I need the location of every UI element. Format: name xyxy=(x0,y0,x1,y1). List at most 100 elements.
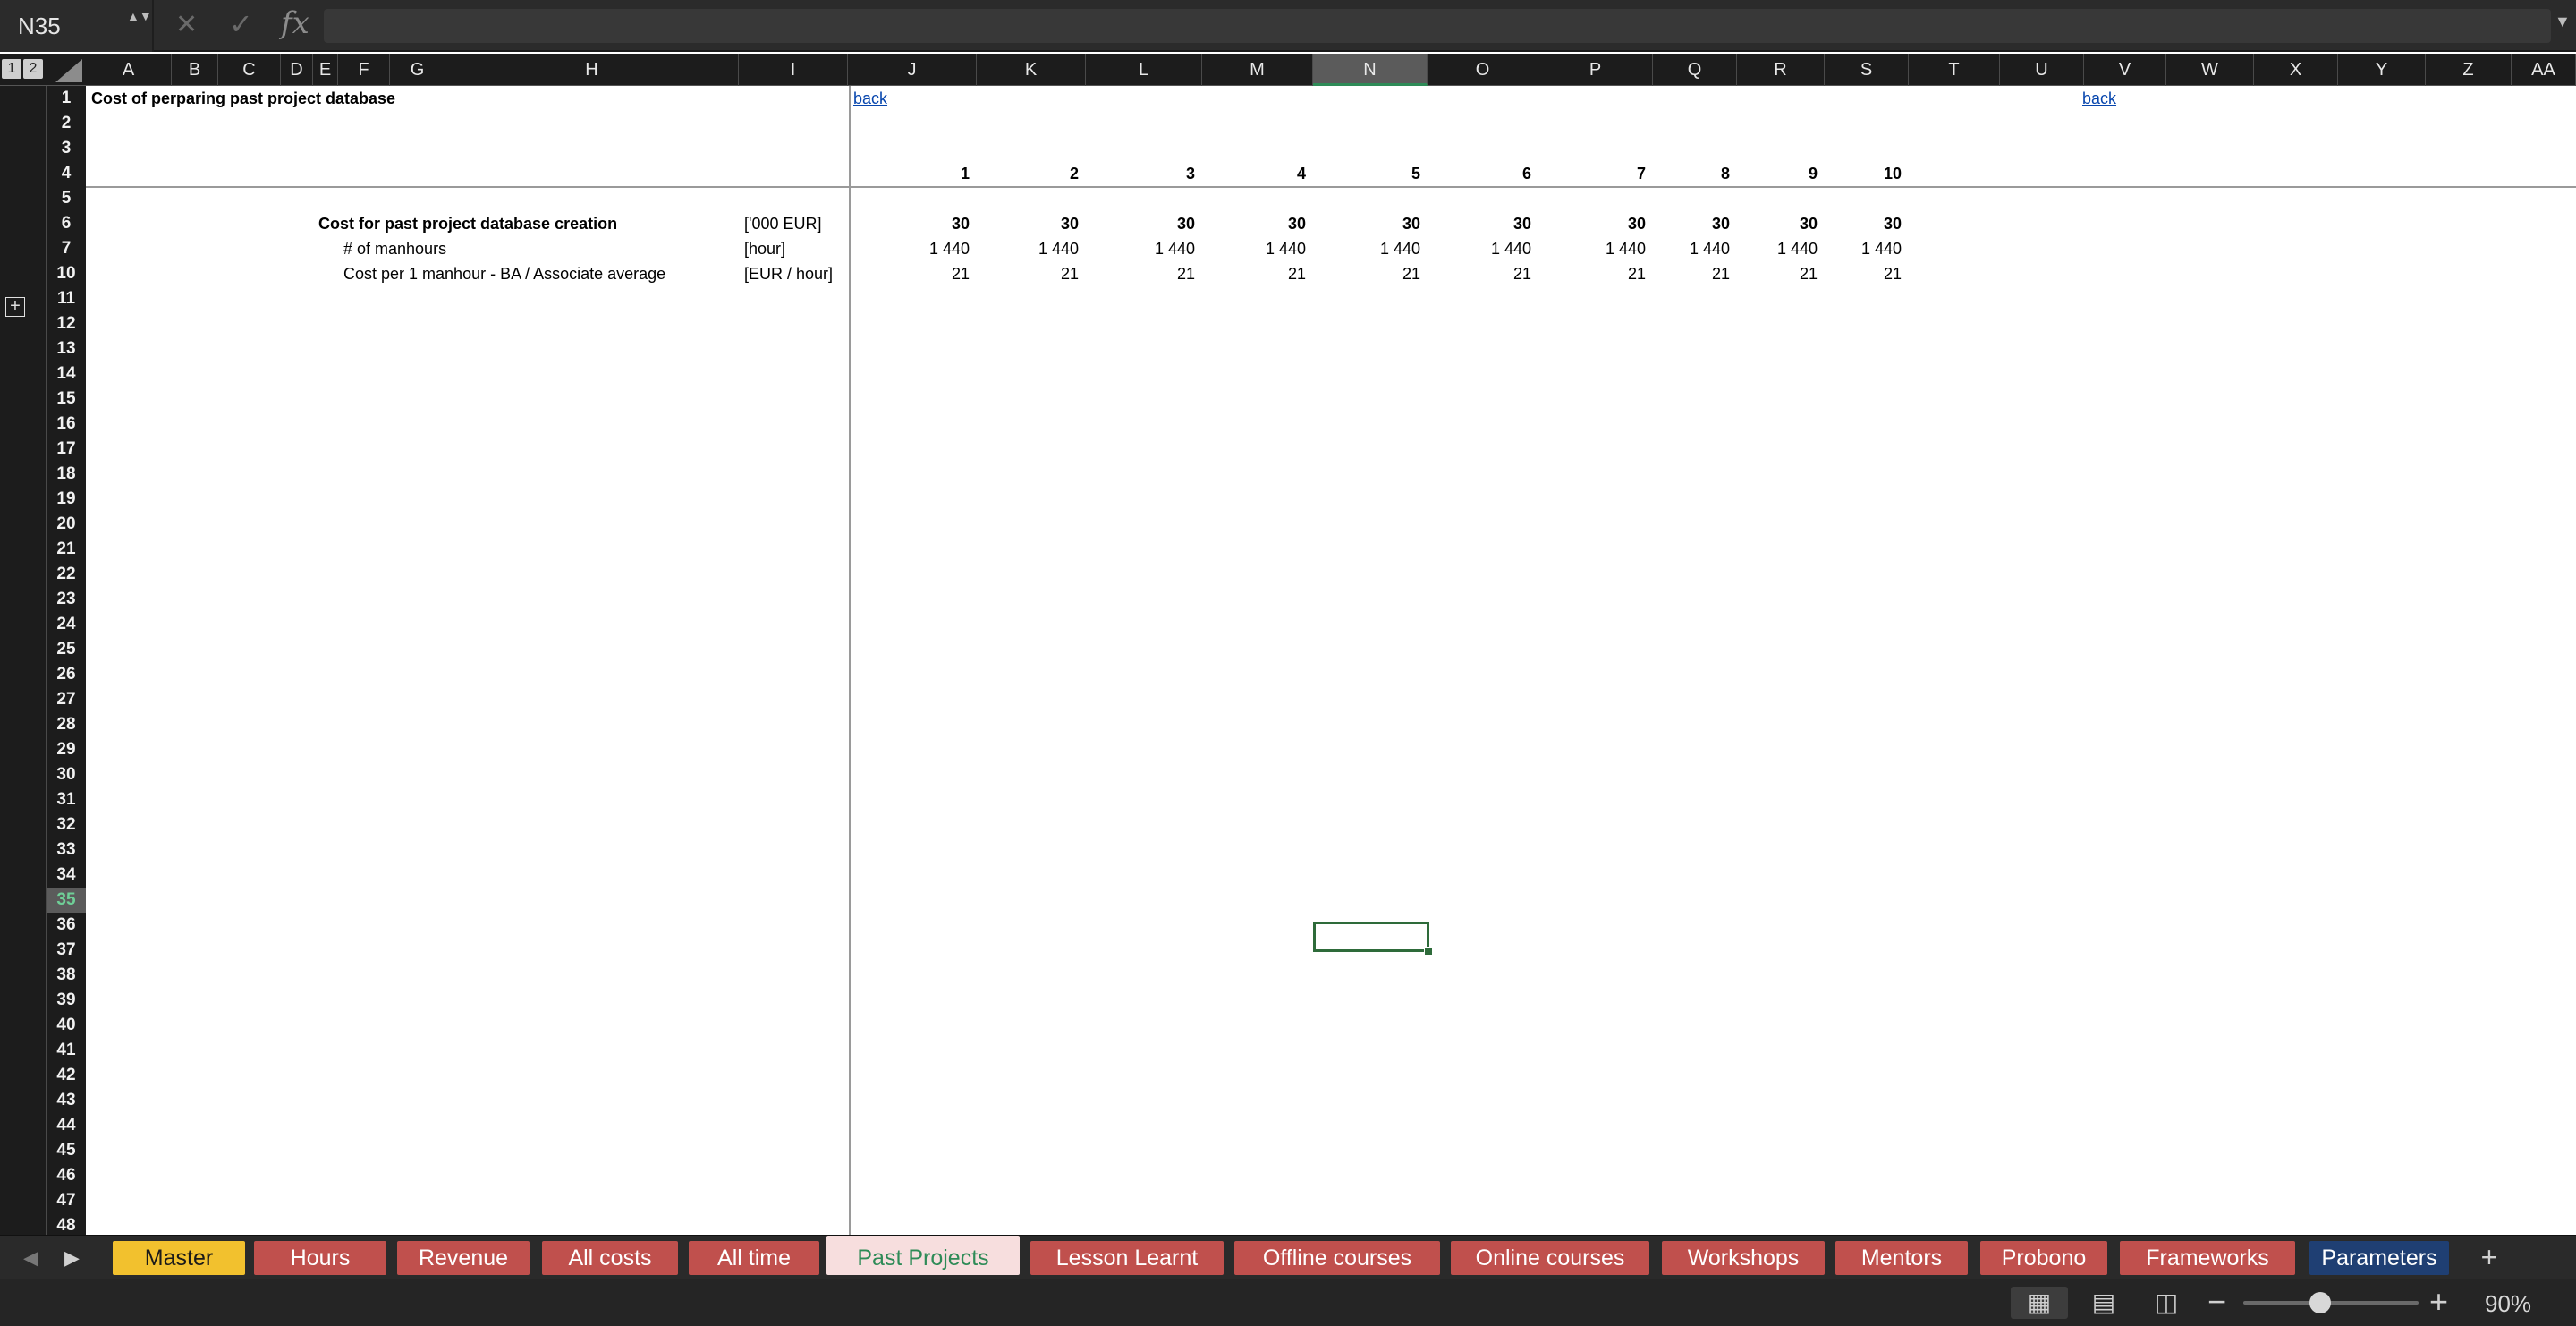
outline-level-1-button[interactable]: 1 xyxy=(2,59,21,79)
column-header-l[interactable]: L xyxy=(1086,54,1202,86)
column-header-d[interactable]: D xyxy=(281,54,313,86)
value-cell[interactable]: 21 xyxy=(1737,261,1818,286)
value-cell[interactable]: 1 440 xyxy=(1737,236,1818,261)
column-header-e[interactable]: E xyxy=(313,54,338,86)
row-header-41[interactable]: 41 xyxy=(47,1038,86,1063)
value-cell[interactable]: 30 xyxy=(889,211,970,236)
value-cell[interactable]: 21 xyxy=(1225,261,1306,286)
column-header-c[interactable]: C xyxy=(218,54,281,86)
row-header-36[interactable]: 36 xyxy=(47,913,86,938)
sheet-tab-offline-courses[interactable]: Offline courses xyxy=(1234,1241,1440,1275)
row-header-4[interactable]: 4 xyxy=(47,161,86,186)
value-cell[interactable]: 30 xyxy=(1565,211,1646,236)
row-header-10[interactable]: 10 xyxy=(47,261,86,286)
value-cell[interactable]: 1 440 xyxy=(889,236,970,261)
value-cell[interactable]: 1 440 xyxy=(1340,236,1420,261)
row-header-28[interactable]: 28 xyxy=(47,712,86,737)
zoom-slider[interactable] xyxy=(2243,1301,2419,1305)
name-box-stepper-icon[interactable]: ▲▼ xyxy=(127,7,152,47)
row-header-39[interactable]: 39 xyxy=(47,988,86,1013)
row-header-14[interactable]: 14 xyxy=(47,361,86,387)
column-header-w[interactable]: W xyxy=(2166,54,2254,86)
column-header-r[interactable]: R xyxy=(1737,54,1825,86)
row-header-17[interactable]: 17 xyxy=(47,437,86,462)
row-header-20[interactable]: 20 xyxy=(47,512,86,537)
row-header-37[interactable]: 37 xyxy=(47,938,86,963)
row-header-27[interactable]: 27 xyxy=(47,687,86,712)
row-header-6[interactable]: 6 xyxy=(47,211,86,236)
row-header-32[interactable]: 32 xyxy=(47,812,86,837)
value-cell[interactable]: 1 440 xyxy=(998,236,1079,261)
sheet-tab-all-costs[interactable]: All costs xyxy=(542,1241,678,1275)
value-cell[interactable]: 1 440 xyxy=(1649,236,1730,261)
row-header-46[interactable]: 46 xyxy=(47,1163,86,1188)
zoom-slider-thumb[interactable] xyxy=(2309,1292,2331,1313)
value-cell[interactable]: 21 xyxy=(1565,261,1646,286)
value-cell[interactable]: 21 xyxy=(1340,261,1420,286)
row-header-12[interactable]: 12 xyxy=(47,311,86,336)
page-layout-view-icon[interactable]: ▤ xyxy=(2075,1287,2132,1319)
column-header-o[interactable]: O xyxy=(1428,54,1538,86)
value-cell[interactable]: 21 xyxy=(1649,261,1730,286)
expand-group-icon[interactable]: + xyxy=(5,297,25,317)
cancel-icon[interactable]: ✕ xyxy=(175,9,198,40)
column-header-p[interactable]: P xyxy=(1538,54,1653,86)
value-cell[interactable]: 1 440 xyxy=(1821,236,1902,261)
column-header-t[interactable]: T xyxy=(1909,54,2000,86)
normal-view-icon[interactable]: ▦ xyxy=(2011,1287,2068,1319)
row-header-3[interactable]: 3 xyxy=(47,136,86,161)
row-header-13[interactable]: 13 xyxy=(47,336,86,361)
value-cell[interactable]: 30 xyxy=(1225,211,1306,236)
row-header-48[interactable]: 48 xyxy=(47,1213,86,1235)
page-break-view-icon[interactable]: ◫ xyxy=(2138,1287,2195,1319)
sheet-tab-all-time[interactable]: All time xyxy=(689,1241,819,1275)
row-header-42[interactable]: 42 xyxy=(47,1063,86,1088)
zoom-out-button[interactable]: − xyxy=(2207,1283,2226,1321)
column-header-q[interactable]: Q xyxy=(1653,54,1737,86)
row-header-7[interactable]: 7 xyxy=(47,236,86,261)
name-box[interactable]: N35 ▲▼ xyxy=(0,0,154,52)
row-header-31[interactable]: 31 xyxy=(47,787,86,812)
value-cell[interactable]: 30 xyxy=(1737,211,1818,236)
formula-input[interactable] xyxy=(324,9,2551,43)
row-header-19[interactable]: 19 xyxy=(47,487,86,512)
value-cell[interactable]: 21 xyxy=(998,261,1079,286)
sheet-tab-probono[interactable]: Probono xyxy=(1980,1241,2107,1275)
value-cell[interactable]: 21 xyxy=(1451,261,1531,286)
enter-icon[interactable]: ✓ xyxy=(229,7,253,41)
zoom-in-button[interactable]: + xyxy=(2429,1283,2448,1321)
formula-expand-icon[interactable]: ▼ xyxy=(2555,13,2571,31)
column-header-j[interactable]: J xyxy=(848,54,977,86)
select-all-corner[interactable] xyxy=(55,59,82,82)
sheet-tab-hours[interactable]: Hours xyxy=(254,1241,386,1275)
row-header-29[interactable]: 29 xyxy=(47,737,86,762)
column-header-b[interactable]: B xyxy=(172,54,218,86)
column-header-y[interactable]: Y xyxy=(2338,54,2426,86)
column-header-z[interactable]: Z xyxy=(2426,54,2512,86)
column-header-n[interactable]: N xyxy=(1313,54,1428,86)
back-link-secondary[interactable]: back xyxy=(2082,86,2116,111)
value-cell[interactable]: 30 xyxy=(1649,211,1730,236)
column-header-k[interactable]: K xyxy=(977,54,1086,86)
value-cell[interactable]: 21 xyxy=(889,261,970,286)
column-header-u[interactable]: U xyxy=(2000,54,2084,86)
row-header-16[interactable]: 16 xyxy=(47,412,86,437)
sheet-tab-frameworks[interactable]: Frameworks xyxy=(2120,1241,2295,1275)
row-header-34[interactable]: 34 xyxy=(47,863,86,888)
column-header-g[interactable]: G xyxy=(390,54,445,86)
sheet-tab-master[interactable]: Master xyxy=(113,1241,245,1275)
add-sheet-button[interactable]: + xyxy=(2469,1241,2510,1275)
row-header-30[interactable]: 30 xyxy=(47,762,86,787)
sheet-tab-past-projects[interactable]: Past Projects xyxy=(826,1236,1020,1275)
value-cell[interactable]: 1 440 xyxy=(1565,236,1646,261)
row-header-22[interactable]: 22 xyxy=(47,562,86,587)
sheet-tab-mentors[interactable]: Mentors xyxy=(1835,1241,1968,1275)
column-header-x[interactable]: X xyxy=(2254,54,2338,86)
row-header-15[interactable]: 15 xyxy=(47,387,86,412)
row-header-40[interactable]: 40 xyxy=(47,1013,86,1038)
column-header-f[interactable]: F xyxy=(338,54,390,86)
row-header-25[interactable]: 25 xyxy=(47,637,86,662)
sheet-tab-revenue[interactable]: Revenue xyxy=(397,1241,530,1275)
row-header-23[interactable]: 23 xyxy=(47,587,86,612)
value-cell[interactable]: 30 xyxy=(998,211,1079,236)
